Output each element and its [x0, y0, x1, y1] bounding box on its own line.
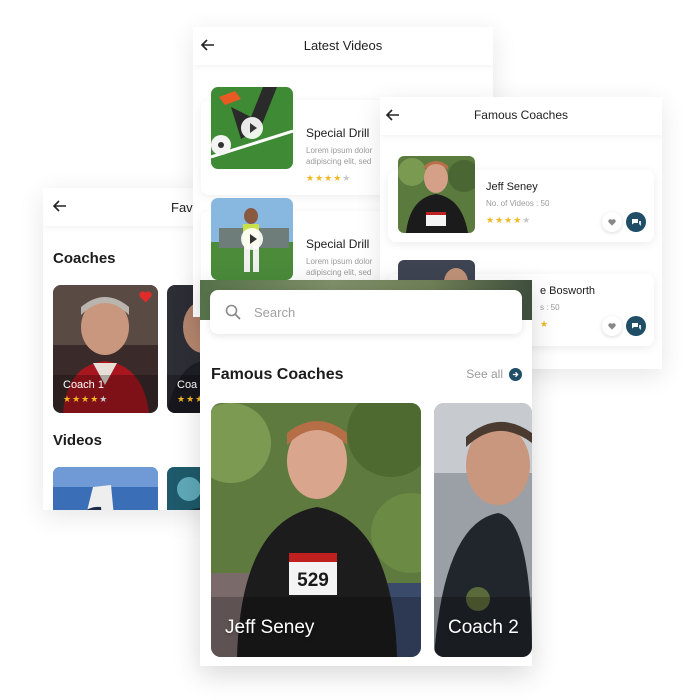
coach-card-name: Coach 1 — [63, 379, 104, 391]
star-rating: ★★★★★ — [63, 394, 109, 404]
video-description-line: Lorem ipsum dolor — [306, 257, 373, 266]
video-title: Special Drill — [306, 237, 370, 251]
see-all-label: See all — [466, 367, 503, 381]
coach-name: e Bosworth — [540, 285, 596, 297]
heart-icon — [608, 322, 616, 330]
featured-coach-name: Jeff Seney — [225, 617, 315, 638]
coach-photo — [398, 156, 475, 233]
chat-button[interactable] — [626, 212, 646, 232]
video-description: Lorem ipsum dolor adipiscing elit, sed — [306, 145, 380, 167]
heart-icon[interactable] — [139, 291, 152, 303]
star-rating: ★ — [540, 319, 550, 329]
home-screen: Famous Coaches See all 529 Jeff Seney — [200, 280, 532, 666]
search-input[interactable] — [210, 290, 522, 334]
play-icon[interactable] — [240, 227, 264, 251]
star-rating: ★★★★★ — [486, 215, 532, 225]
video-description-line: Lorem ipsum dolor — [306, 146, 373, 155]
chat-button[interactable] — [626, 316, 646, 336]
section-title: Famous Coaches — [211, 366, 344, 383]
coach-list-item[interactable]: Jeff Seney No. of Videos : 50 ★★★★★ — [388, 156, 654, 242]
video-count: No. of Videos : 50 — [486, 199, 550, 208]
video-count: s : 50 — [540, 303, 560, 312]
favourite-coach-card[interactable]: Coach 1 ★★★★★ — [53, 285, 158, 413]
see-all-link[interactable]: See all — [466, 367, 522, 381]
star-rating: ★★★★★ — [306, 173, 352, 183]
favourite-video-card[interactable] — [53, 467, 158, 510]
heart-icon — [608, 218, 616, 226]
chat-icon — [631, 322, 641, 330]
coach-name: Jeff Seney — [486, 181, 538, 193]
like-button[interactable] — [602, 212, 622, 232]
latest-videos-app-bar: Latest Videos — [193, 27, 493, 65]
search-icon — [225, 304, 241, 320]
play-icon[interactable] — [240, 116, 264, 140]
video-thumbnail — [211, 198, 293, 280]
featured-coach-name: Coach 2 — [448, 617, 519, 638]
coaches-heading: Coaches — [53, 250, 116, 267]
coaches-list-title: Famous Coaches — [473, 108, 569, 122]
coaches-list-app-bar: Famous Coaches — [380, 97, 662, 135]
featured-coach-card[interactable]: 529 Jeff Seney — [211, 403, 421, 657]
arrow-right-icon — [509, 367, 522, 381]
featured-coach-card[interactable]: Coach 2 — [434, 403, 532, 657]
latest-videos-title: Latest Videos — [303, 38, 383, 53]
video-description-line: adipiscing elit, sed — [306, 268, 372, 277]
bib-number: 529 — [297, 570, 329, 591]
like-button[interactable] — [602, 316, 622, 336]
video-thumbnail — [211, 87, 293, 169]
chat-icon — [631, 218, 641, 226]
video-description-line: adipiscing elit, sed — [306, 157, 372, 166]
video-description: Lorem ipsum dolor adipiscing elit, sed — [306, 256, 380, 278]
video-title: Special Drill — [306, 126, 370, 140]
video-thumbnail — [53, 467, 158, 510]
videos-heading: Videos — [53, 432, 102, 449]
coach-card-name: Coa — [177, 379, 198, 391]
